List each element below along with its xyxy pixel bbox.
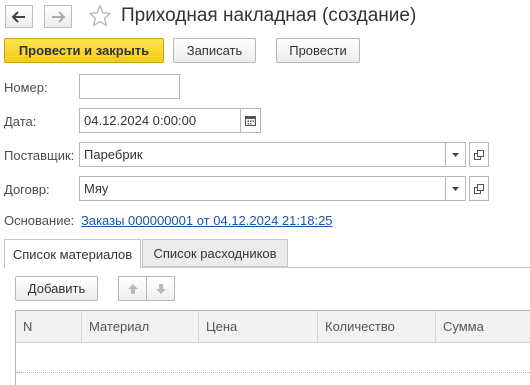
supplier-dropdown-button[interactable] (445, 142, 466, 167)
supplier-field[interactable]: Паребрик (79, 142, 446, 167)
column-n[interactable]: N (16, 311, 82, 342)
materials-table[interactable]: N Материал Цена Количество Сумма (15, 310, 530, 385)
move-up-button[interactable] (118, 276, 147, 301)
tab-materials[interactable]: Список материалов (4, 239, 141, 268)
chevron-down-icon (452, 186, 459, 191)
column-price[interactable]: Цена (199, 311, 318, 342)
basis-label: Основание: (4, 213, 75, 228)
supplier-label: Поставщик: (4, 148, 75, 163)
calendar-icon (245, 116, 256, 126)
contract-label: Договр: (4, 182, 50, 197)
arrow-down-icon (155, 283, 166, 294)
table-row[interactable] (16, 342, 530, 373)
column-sum[interactable]: Сумма (436, 311, 530, 342)
table-header: N Материал Цена Количество Сумма (16, 311, 530, 343)
move-down-button[interactable] (146, 276, 175, 301)
chevron-down-icon (452, 152, 459, 157)
basis-link[interactable]: Заказы 000000001 от 04.12.2024 21:18:25 (81, 213, 333, 228)
page-title: Приходная накладная (создание) (121, 5, 417, 26)
post-button[interactable]: Провести (276, 38, 360, 63)
add-button[interactable]: Добавить (15, 276, 98, 301)
date-label: Дата: (4, 114, 37, 129)
post-and-close-button[interactable]: Провести и закрыть (4, 38, 164, 63)
number-field[interactable] (79, 74, 180, 99)
date-field[interactable]: 04.12.2024 0:00:00 (79, 108, 241, 133)
star-icon (88, 4, 112, 27)
contract-dropdown-button[interactable] (445, 176, 466, 201)
arrow-up-icon (127, 283, 138, 294)
supplier-open-button[interactable] (469, 142, 489, 167)
back-button[interactable] (5, 5, 33, 28)
open-form-icon (474, 149, 484, 160)
calendar-button[interactable] (240, 108, 261, 133)
tab-consumables[interactable]: Список расходников (142, 239, 288, 267)
column-material[interactable]: Материал (82, 311, 199, 342)
forward-button[interactable] (44, 5, 72, 28)
arrow-left-icon (12, 10, 25, 23)
arrow-right-icon (52, 10, 65, 23)
favorite-star[interactable] (88, 4, 112, 31)
number-label: Номер: (4, 80, 48, 95)
contract-open-button[interactable] (469, 176, 489, 201)
column-quantity[interactable]: Количество (318, 311, 436, 342)
write-button[interactable]: Записать (173, 38, 256, 63)
open-form-icon (474, 183, 484, 194)
contract-field[interactable]: Мяу (79, 176, 446, 201)
